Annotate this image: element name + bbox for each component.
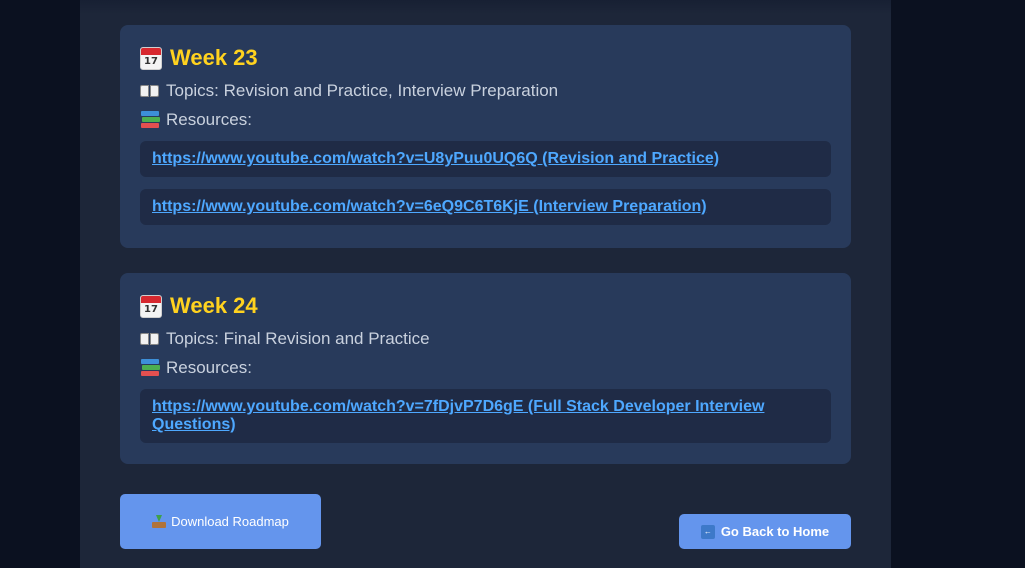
week-title: Week 23: [170, 45, 258, 70]
roadmap-panel: 17 Week 23 Topics: Revision and Practice…: [80, 0, 891, 568]
download-button-label: Download Roadmap: [171, 514, 289, 529]
resource-link[interactable]: https://www.youtube.com/watch?v=U8yPuu0U…: [152, 150, 719, 167]
open-book-icon: [140, 83, 160, 99]
resources-line: Resources:: [140, 353, 831, 382]
resources-label: Resources:: [166, 357, 252, 377]
week-heading: 17 Week 24: [140, 291, 831, 321]
go-back-home-button[interactable]: ← Go Back to Home: [679, 514, 851, 549]
week-heading: 17 Week 23: [140, 43, 831, 73]
panel-top-edge: [80, 0, 891, 14]
topics-line: Topics: Final Revision and Practice: [140, 324, 831, 353]
resource-item: https://www.youtube.com/watch?v=6eQ9C6T6…: [140, 189, 831, 225]
week-card-24: 17 Week 24 Topics: Final Revision and Pr…: [120, 273, 851, 464]
back-arrow-icon: ←: [700, 524, 715, 539]
resources-label: Resources:: [166, 109, 252, 129]
resource-item: https://www.youtube.com/watch?v=7fDjvP7D…: [140, 389, 831, 443]
calendar-icon: 17: [140, 294, 162, 318]
open-book-icon: [140, 331, 160, 347]
resource-link[interactable]: https://www.youtube.com/watch?v=6eQ9C6T6…: [152, 198, 707, 215]
books-icon: [140, 359, 160, 376]
download-roadmap-button[interactable]: Download Roadmap: [120, 494, 321, 549]
resource-link[interactable]: https://www.youtube.com/watch?v=7fDjvP7D…: [152, 398, 764, 433]
topics-line: Topics: Revision and Practice, Interview…: [140, 76, 831, 105]
home-button-label: Go Back to Home: [720, 524, 830, 539]
inbox-tray-icon: [152, 515, 167, 528]
topics-text: Topics: Revision and Practice, Interview…: [166, 80, 559, 100]
calendar-icon: 17: [140, 46, 162, 70]
resources-line: Resources:: [140, 105, 831, 134]
week-card-23: 17 Week 23 Topics: Revision and Practice…: [120, 25, 851, 248]
topics-text: Topics: Final Revision and Practice: [166, 328, 430, 348]
books-icon: [140, 111, 160, 128]
resource-item: https://www.youtube.com/watch?v=U8yPuu0U…: [140, 141, 831, 177]
week-title: Week 24: [170, 293, 258, 318]
